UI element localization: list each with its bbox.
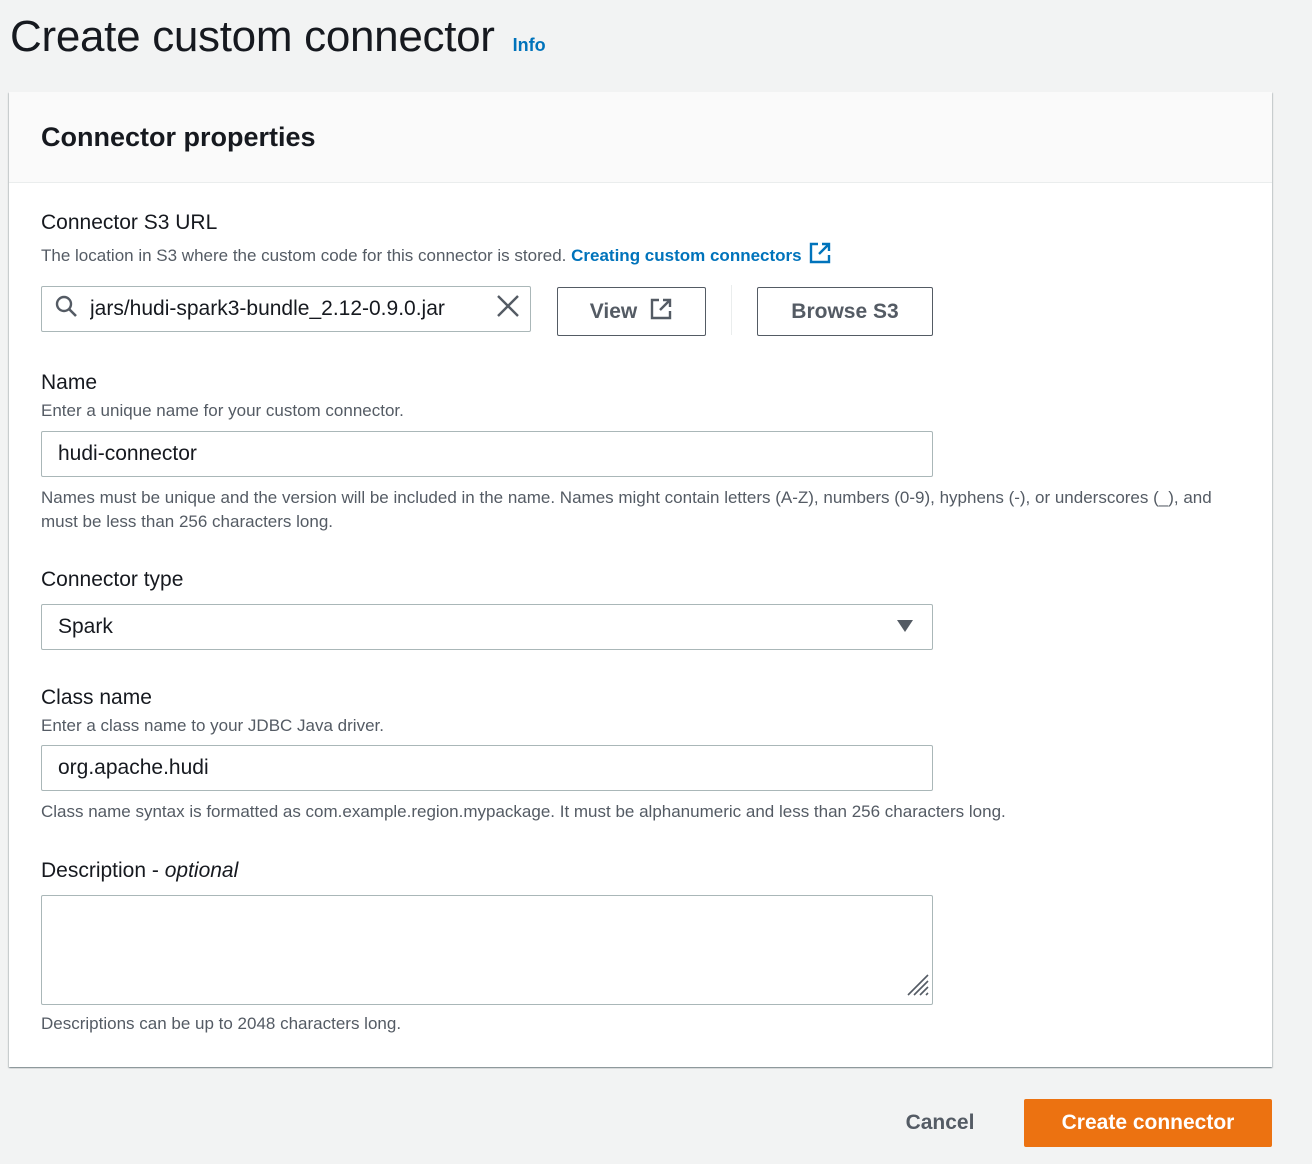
cancel-button[interactable]: Cancel: [888, 1099, 992, 1147]
page-title: Create custom connector: [10, 12, 495, 61]
class-name-description: Enter a class name to your JDBC Java dri…: [41, 716, 384, 735]
class-name-label: Class name: [41, 686, 152, 709]
class-name-constraint: Class name syntax is formatted as com.ex…: [41, 802, 1006, 821]
creating-custom-connectors-link[interactable]: Creating custom connectors: [571, 242, 832, 265]
browse-s3-button[interactable]: Browse S3: [757, 287, 933, 336]
class-name-value: org.apache.hudi: [58, 756, 209, 779]
connector-properties-panel: Connector properties Connector S3 URL Th…: [9, 92, 1272, 1067]
class-name-input[interactable]: org.apache.hudi: [41, 745, 933, 791]
description-label: Description - optional: [41, 859, 239, 882]
connector-type-value: Spark: [58, 615, 113, 638]
panel-title: Connector properties: [41, 121, 316, 152]
creating-custom-connectors-link-label: Creating custom connectors: [571, 246, 802, 265]
s3-url-input[interactable]: jars/hudi-spark3-bundle_2.12-0.9.0.jar: [41, 286, 531, 332]
close-icon[interactable]: [496, 294, 520, 324]
name-value: hudi-connector: [58, 442, 197, 465]
s3-url-description-text: The location in S3 where the custom code…: [41, 246, 567, 265]
button-divider: [731, 285, 732, 335]
optional-label: optional: [164, 859, 239, 882]
s3-url-description: The location in S3 where the custom code…: [41, 241, 832, 272]
panel-header: Connector properties: [9, 92, 1272, 183]
name-input[interactable]: hudi-connector: [41, 431, 933, 477]
description-textarea[interactable]: [41, 895, 933, 1005]
connector-type-label: Connector type: [41, 568, 184, 591]
view-button[interactable]: View: [557, 287, 706, 336]
resize-grip-icon[interactable]: [904, 971, 930, 1002]
external-link-icon: [808, 241, 832, 272]
connector-type-select[interactable]: Spark: [41, 604, 933, 650]
description-label-text: Description: [41, 859, 147, 882]
description-constraint: Descriptions can be up to 2048 character…: [41, 1014, 402, 1033]
search-icon: [54, 294, 78, 324]
caret-down-icon: [896, 615, 914, 639]
info-link[interactable]: Info: [513, 35, 546, 56]
page-header: Create custom connector Info: [10, 12, 546, 62]
create-connector-button[interactable]: Create connector: [1024, 1099, 1272, 1147]
name-constraint: Names must be unique and the version wil…: [41, 488, 1212, 531]
name-label: Name: [41, 371, 98, 394]
external-link-icon: [649, 297, 673, 327]
view-button-label: View: [589, 299, 638, 323]
s3-url-label: Connector S3 URL: [41, 211, 218, 234]
name-description: Enter a unique name for your custom conn…: [41, 401, 404, 420]
s3-url-value: jars/hudi-spark3-bundle_2.12-0.9.0.jar: [90, 297, 445, 320]
